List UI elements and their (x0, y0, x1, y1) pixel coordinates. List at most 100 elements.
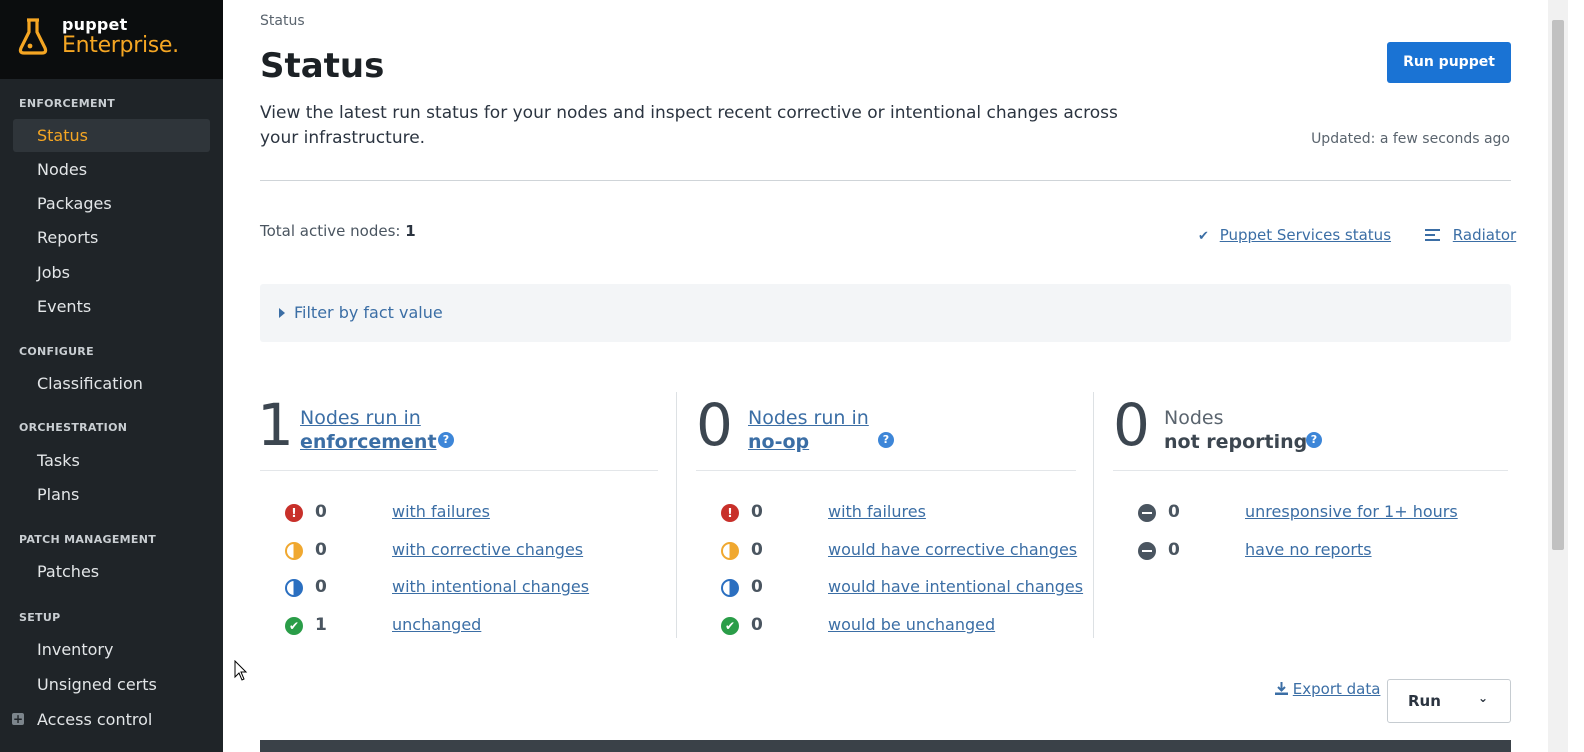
unresponsive-link[interactable]: unresponsive for 1+ hours (1245, 502, 1458, 521)
intentional-change-icon (285, 579, 303, 597)
corrective-count: 0 (315, 540, 327, 560)
sidebar-item-status[interactable]: Status (13, 119, 210, 152)
noop-heading-line1: Nodes run in (748, 407, 869, 429)
help-icon[interactable]: ? (878, 432, 894, 448)
sidebar-item-events[interactable]: Events (13, 290, 210, 323)
unchanged-link[interactable]: unchanged (392, 615, 481, 634)
sidebar-item-reports[interactable]: Reports (13, 221, 210, 254)
divider (260, 180, 1511, 181)
sidebar-item-jobs[interactable]: Jobs (13, 256, 210, 289)
caret-right-icon (279, 308, 285, 318)
table-header-bar (260, 740, 1511, 752)
would-have-intentional-changes-link[interactable]: would have intentional changes (828, 577, 1083, 596)
chevron-down-icon: ⌄ (1477, 691, 1488, 705)
help-icon[interactable]: ? (438, 432, 454, 448)
run-dropdown-label: Run (1408, 692, 1441, 710)
would-have-corrective-changes-link[interactable]: would have corrective changes (828, 540, 1077, 559)
failure-icon: ! (285, 504, 303, 522)
corrective-count: 0 (751, 540, 763, 560)
minus-circle-icon (1138, 504, 1156, 522)
success-check-icon: ✔ (285, 617, 303, 635)
intentional-count: 0 (315, 577, 327, 597)
column-separator (676, 392, 677, 638)
enforcement-count: 1 (257, 391, 294, 459)
nav-section-configure: CONFIGURE (19, 345, 94, 358)
help-icon[interactable]: ? (1306, 432, 1322, 448)
enforcement-heading-link[interactable]: Nodes run in enforcement (300, 406, 437, 454)
page-title: Status (260, 46, 385, 86)
corrective-change-icon (285, 542, 303, 560)
puppet-logo-icon (18, 18, 48, 55)
radiator-link[interactable]: Radiator (1425, 226, 1516, 244)
sidebar-item-nodes[interactable]: Nodes (13, 153, 210, 186)
puppet-services-status-label: Puppet Services status (1219, 226, 1392, 244)
updated-timestamp: Updated: a few seconds ago (1311, 131, 1510, 147)
sidebar-item-patches[interactable]: Patches (13, 555, 210, 588)
nav-section-patch-management: PATCH MANAGEMENT (19, 533, 157, 546)
total-active-nodes-value: 1 (405, 222, 416, 240)
no-reports-count: 0 (1168, 540, 1180, 560)
enforcement-heading-line2: enforcement (300, 431, 437, 453)
sidebar-item-inventory[interactable]: Inventory (13, 633, 210, 666)
corrective-change-icon (721, 542, 739, 560)
enforcement-column: 1 Nodes run in enforcement ? ! 0 with fa… (257, 391, 658, 638)
download-icon (1275, 682, 1288, 695)
unchanged-count: 0 (751, 615, 763, 635)
intentional-change-icon (721, 579, 739, 597)
logo-wordmark: Enterprise. (62, 33, 179, 58)
radiator-label: Radiator (1452, 226, 1517, 244)
with-failures-link[interactable]: with failures (392, 502, 490, 521)
with-corrective-changes-link[interactable]: with corrective changes (392, 540, 583, 559)
have-no-reports-link[interactable]: have no reports (1245, 540, 1372, 559)
sidebar-item-packages[interactable]: Packages (13, 187, 210, 220)
noop-heading-link[interactable]: Nodes run in no-op (748, 406, 869, 454)
not-reporting-heading-line1: Nodes (1164, 407, 1224, 429)
vertical-scrollbar[interactable] (1548, 0, 1568, 752)
sidebar: puppet Enterprise. ENFORCEMENT Status No… (0, 0, 223, 752)
export-data-label: Export data (1292, 680, 1381, 698)
radiator-icon (1425, 229, 1440, 241)
scrollbar-thumb[interactable] (1552, 20, 1564, 550)
column-separator (1093, 392, 1094, 638)
with-intentional-changes-link[interactable]: with intentional changes (392, 577, 589, 596)
intentional-count: 0 (751, 577, 763, 597)
not-reporting-heading-line2: not reporting (1164, 431, 1308, 453)
puppet-services-status-link[interactable]: ✔ Puppet Services status (1198, 226, 1391, 244)
page-description: View the latest run status for your node… (260, 103, 1118, 148)
not-reporting-column: 0 Nodes not reporting ? 0 unresponsive f… (1113, 391, 1508, 638)
mouse-cursor-icon (234, 660, 248, 681)
sidebar-item-access-control[interactable]: Access control (13, 703, 210, 736)
minus-circle-icon (1138, 542, 1156, 560)
logo-wordmark-small: puppet (62, 15, 128, 34)
unresponsive-count: 0 (1168, 502, 1180, 522)
total-active-nodes-label: Total active nodes: (260, 222, 401, 240)
noop-with-failures-link[interactable]: with failures (828, 502, 926, 521)
unchanged-count: 1 (315, 615, 327, 635)
logo[interactable]: puppet Enterprise. (0, 0, 223, 79)
nav-section-orchestration: ORCHESTRATION (19, 421, 128, 434)
nav-section-enforcement: ENFORCEMENT (19, 97, 116, 110)
sidebar-item-classification[interactable]: Classification (13, 367, 210, 400)
noop-count: 0 (696, 391, 733, 459)
sidebar-item-tasks[interactable]: Tasks (13, 444, 210, 477)
sidebar-item-unsigned-certs[interactable]: Unsigned certs (13, 668, 210, 701)
logo-dot: . (172, 33, 179, 58)
failures-count: 0 (315, 502, 327, 522)
failures-count: 0 (751, 502, 763, 522)
sidebar-item-plans[interactable]: Plans (13, 478, 210, 511)
run-puppet-button[interactable]: Run puppet (1387, 42, 1511, 83)
column-divider (696, 470, 1076, 471)
success-check-icon: ✔ (721, 617, 739, 635)
filter-by-fact-value[interactable]: Filter by fact value (260, 284, 1511, 342)
run-dropdown[interactable]: Run ⌄ (1387, 679, 1511, 723)
filter-label: Filter by fact value (294, 303, 443, 322)
would-be-unchanged-link[interactable]: would be unchanged (828, 615, 995, 634)
column-divider (1113, 470, 1508, 471)
breadcrumb[interactable]: Status (260, 13, 305, 29)
noop-heading-line2: no-op (748, 431, 810, 453)
total-active-nodes: Total active nodes: 1 (260, 222, 416, 240)
nav-section-setup: SETUP (19, 611, 61, 624)
not-reporting-heading: Nodes not reporting (1164, 406, 1307, 454)
export-data-link[interactable]: Export data (1275, 680, 1380, 698)
not-reporting-count: 0 (1113, 391, 1150, 459)
